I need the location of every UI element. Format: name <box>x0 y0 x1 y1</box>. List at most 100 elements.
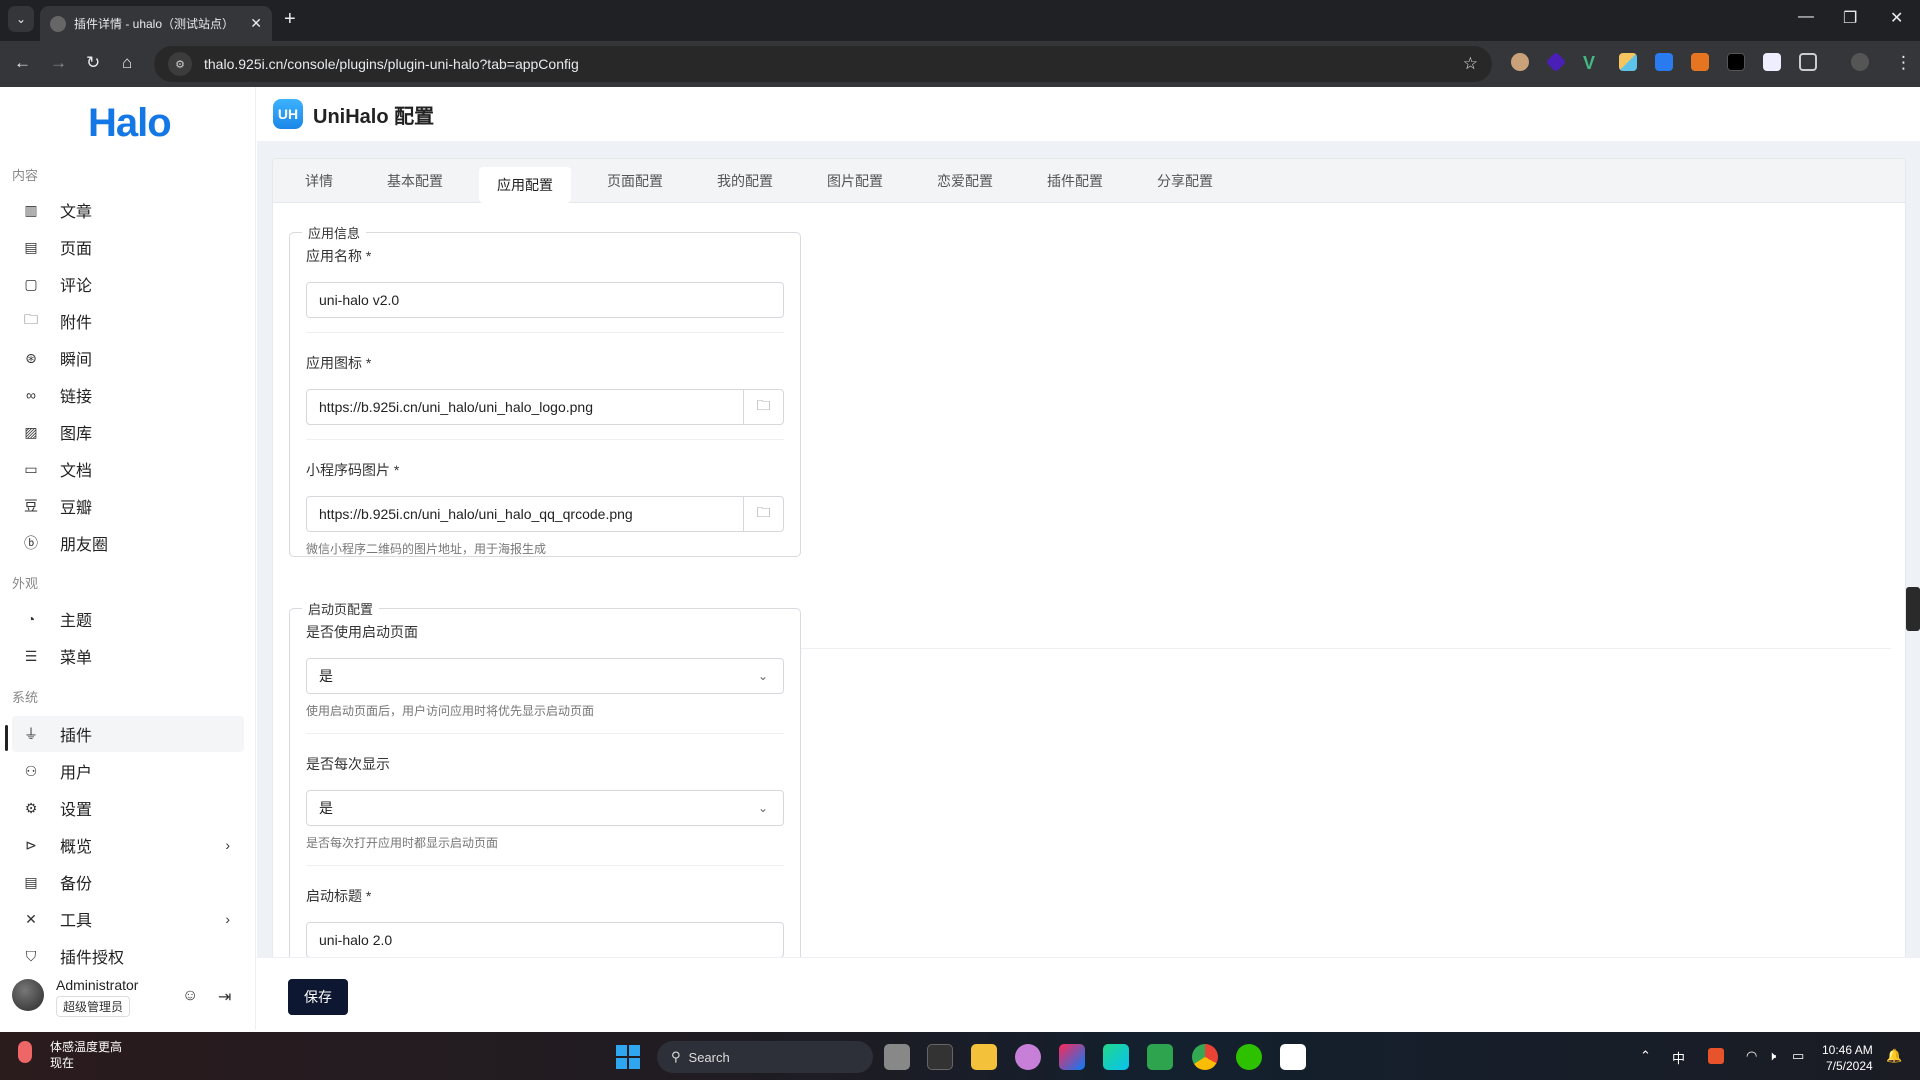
chevron-down-icon: ⌄ <box>757 801 769 815</box>
close-window-icon[interactable]: ✕ <box>1890 8 1903 28</box>
metamask-icon[interactable] <box>1691 53 1709 71</box>
sidebar-item-plugins[interactable]: ⏚ 插件 <box>12 716 244 752</box>
tab-page-config[interactable]: 页面配置 <box>589 163 681 199</box>
halo-logo[interactable]: Halo <box>88 101 172 146</box>
tab-share-config[interactable]: 分享配置 <box>1139 163 1231 199</box>
browser-tabstrip: ⌄ 插件详情 - uhalo（测试站点） ✕ + — ❐ ✕ <box>0 0 1920 41</box>
weather-widget[interactable]: 体感温度更高 现在 <box>18 1039 122 1071</box>
notification-bell-icon[interactable]: 🔔 <box>1886 1048 1902 1064</box>
sidebar-item-douban[interactable]: 豆豆瓣 <box>12 488 244 524</box>
show-every-time-select[interactable]: 是 ⌄ <box>306 790 784 826</box>
tab-love-config[interactable]: 恋爱配置 <box>919 163 1011 199</box>
profile-avatar[interactable] <box>1851 53 1869 71</box>
app-name-input[interactable]: uni-halo v2.0 <box>306 282 784 318</box>
chrome-icon[interactable] <box>1192 1044 1218 1070</box>
sidebar-item-gallery[interactable]: ▨ 图库 <box>12 414 244 450</box>
sidebar-item-links[interactable]: ∞ 链接 <box>12 377 244 413</box>
divider <box>306 733 784 734</box>
app-icon-input[interactable]: https://b.925i.cn/uni_halo/uni_halo_logo… <box>306 389 784 425</box>
sidebar-item-settings[interactable]: ⚙ 设置 <box>12 790 244 826</box>
sidebar-item-pages[interactable]: ▤ 页面 <box>12 229 244 265</box>
sidebar-item-backup[interactable]: ▤ 备份 <box>12 864 244 900</box>
volume-muted-icon[interactable]: 🕨 <box>1768 1048 1776 1064</box>
sidebar-item-posts[interactable]: ▥ 文章 <box>12 192 244 228</box>
windows-start-icon[interactable] <box>616 1045 640 1069</box>
tab-close-icon[interactable]: ✕ <box>250 15 262 32</box>
qrcode-image-input[interactable]: https://b.925i.cn/uni_halo/uni_halo_qq_q… <box>306 496 784 532</box>
battery-icon[interactable]: ▭ <box>1792 1048 1804 1064</box>
clock[interactable]: 10:46 AM 7/5/2024 <box>1822 1042 1873 1074</box>
thermometer-icon <box>18 1041 32 1063</box>
sidebar-section-content: 内容 <box>12 168 39 183</box>
sogou-ime-icon[interactable] <box>1708 1048 1724 1064</box>
tab-plugin-config[interactable]: 插件配置 <box>1029 163 1121 199</box>
dice-ext-icon[interactable] <box>1727 53 1745 71</box>
sidebar-item-comments[interactable]: ▢ 评论 <box>12 266 244 302</box>
home-icon[interactable]: ⌂ <box>122 53 132 73</box>
site-info-icon[interactable]: ⚙ <box>168 52 192 76</box>
qq-icon[interactable] <box>1280 1044 1306 1070</box>
profile-icon[interactable]: ☺ <box>182 987 198 1005</box>
sidebar-item-plugin-license[interactable]: ⛉ 插件授权 <box>12 938 244 974</box>
folder-icon: 🗀 <box>24 311 38 327</box>
bookmark-star-icon[interactable]: ☆ <box>1463 54 1478 74</box>
avatar-ext-icon[interactable] <box>1511 53 1529 71</box>
sidebar-item-docs[interactable]: ▭ 文档 <box>12 451 244 487</box>
puzzle-extensions-icon[interactable] <box>1799 53 1817 71</box>
config-tabs: 详情 基本配置 应用配置 页面配置 我的配置 图片配置 恋爱配置 插件配置 分享… <box>273 159 1905 203</box>
minimize-icon[interactable]: — <box>1798 8 1814 26</box>
task-view-icon[interactable] <box>884 1044 910 1070</box>
layers-ext-icon[interactable] <box>1545 51 1567 73</box>
avatar-app-icon[interactable] <box>1015 1044 1041 1070</box>
weather-sub: 现在 <box>50 1056 75 1070</box>
ime-indicator[interactable]: 中 <box>1672 1048 1685 1067</box>
save-button[interactable]: 保存 <box>288 979 348 1015</box>
folder-picker-icon[interactable]: 🗀 <box>743 497 783 531</box>
use-splash-select[interactable]: 是 ⌄ <box>306 658 784 694</box>
sidebar-item-moments[interactable]: ⊛ 瞬间 <box>12 340 244 376</box>
folder-picker-icon[interactable]: 🗀 <box>743 390 783 424</box>
back-icon[interactable]: ← <box>14 53 31 73</box>
sidebar-item-attachments[interactable]: 🗀 附件 <box>12 303 244 339</box>
file-explorer-icon[interactable] <box>971 1044 997 1070</box>
sidebar-item-menus[interactable]: ☰ 菜单 <box>12 638 244 674</box>
webstorm-icon[interactable] <box>1103 1044 1129 1070</box>
sidebar-item-friends[interactable]: ⓑ 朋友圈 <box>12 525 244 561</box>
logout-icon[interactable]: ⇥ <box>218 987 231 1007</box>
terminal-icon[interactable] <box>927 1044 953 1070</box>
sidebar-item-users[interactable]: ⚇ 用户 <box>12 753 244 789</box>
tab-app-config[interactable]: 应用配置 <box>479 166 571 203</box>
taskbar-search[interactable]: ⚲ Search <box>657 1041 873 1073</box>
reload-icon[interactable]: ↻ <box>86 53 100 73</box>
forward-icon[interactable]: → <box>50 53 67 73</box>
bird-ext-icon[interactable] <box>1763 53 1781 71</box>
browser-menu-icon[interactable]: ⋮ <box>1895 53 1912 73</box>
sidebar-item-themes[interactable]: ◔ 主题 <box>12 601 244 637</box>
hbuilder-icon[interactable] <box>1147 1044 1173 1070</box>
tab-details[interactable]: 详情 <box>287 163 351 199</box>
wifi-icon[interactable]: ◠ <box>1746 1048 1757 1064</box>
splash-title-input[interactable]: uni-halo 2.0 <box>306 922 784 958</box>
address-bar[interactable]: ⚙ thalo.925i.cn/console/plugins/plugin-u… <box>154 46 1492 82</box>
avatar[interactable] <box>12 979 44 1011</box>
field-label: 启动标题 * <box>306 888 372 904</box>
tab-search-button[interactable]: ⌄ <box>8 6 34 32</box>
q-ext-icon[interactable] <box>1655 53 1673 71</box>
new-tab-button[interactable]: + <box>284 8 296 31</box>
tab-basic-config[interactable]: 基本配置 <box>369 163 461 199</box>
intellij-icon[interactable] <box>1059 1044 1085 1070</box>
wechat-icon[interactable] <box>1236 1044 1262 1070</box>
browser-tab[interactable]: 插件详情 - uhalo（测试站点） ✕ <box>40 6 272 41</box>
vue-devtools-icon[interactable]: V <box>1583 53 1601 73</box>
tab-image-config[interactable]: 图片配置 <box>809 163 901 199</box>
sidebar-item-tools[interactable]: ✕ 工具 › <box>12 901 244 937</box>
role-badge: 超级管理员 <box>56 996 131 1017</box>
tab-my-config[interactable]: 我的配置 <box>699 163 791 199</box>
scroll-widget[interactable] <box>1906 587 1920 631</box>
field-label: 是否使用启动页面 <box>306 624 418 640</box>
sidebar-section-system: 系统 <box>12 690 39 705</box>
sidebar-item-overview[interactable]: ⊳ 概览 › <box>12 827 244 863</box>
download-ext-icon[interactable] <box>1619 53 1637 71</box>
restore-icon[interactable]: ❐ <box>1843 8 1857 28</box>
tray-overflow-icon[interactable]: ⌃ <box>1640 1048 1651 1064</box>
